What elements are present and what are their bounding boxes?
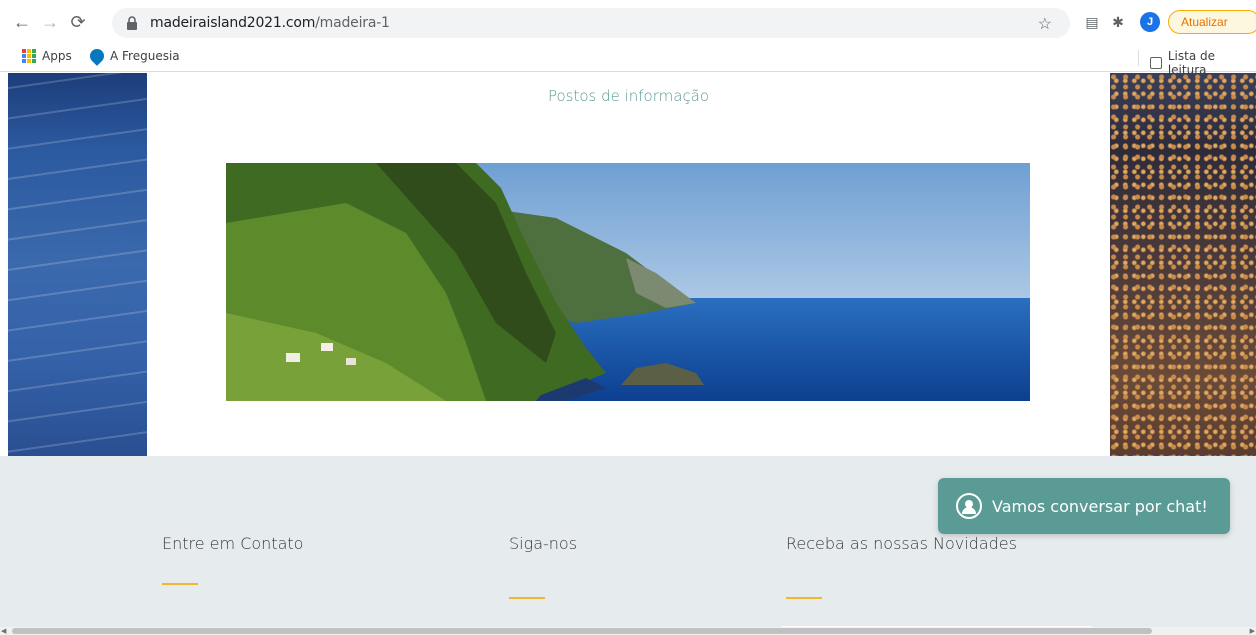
footer-newsletter-section: Receba as nossas Novidades — [786, 534, 1017, 599]
bookmark-apps[interactable]: Apps — [22, 49, 72, 63]
drupal-icon — [87, 46, 107, 66]
footer-contact-title: Entre em Contato — [162, 534, 304, 553]
scroll-right-arrow-icon[interactable]: ▶ — [1250, 627, 1255, 635]
lock-icon — [127, 16, 137, 30]
footer-accent-line — [509, 597, 545, 599]
bookmarks-bar: Apps A Freguesia Lista de leitura — [0, 44, 1256, 77]
scrollbar-thumb[interactable] — [12, 628, 1152, 634]
footer-accent-line — [786, 597, 822, 599]
chat-widget-button[interactable]: Vamos conversar por chat! — [938, 478, 1230, 534]
horizontal-scrollbar[interactable]: ◀ ▶ — [0, 627, 1256, 635]
browser-toolbar: ← → ⟳ madeiraisland2021.com/madeira-1 ☆ … — [0, 0, 1256, 44]
main-content: Postos de informação — [147, 73, 1110, 456]
media-icon[interactable]: ▤ — [1082, 12, 1102, 32]
footer-follow-title: Siga-nos — [509, 534, 578, 553]
user-circle-icon — [956, 493, 982, 519]
footer-accent-line — [162, 583, 198, 585]
reading-list-icon — [1150, 57, 1162, 69]
back-arrow-icon[interactable]: ← — [10, 10, 34, 34]
url-text: madeiraisland2021.com/madeira-1 — [150, 15, 390, 31]
background-ocean-image — [8, 73, 147, 456]
extensions-puzzle-icon[interactable]: ✱ — [1108, 12, 1128, 32]
address-bar[interactable]: madeiraisland2021.com/madeira-1 ☆ — [112, 8, 1070, 38]
background-city-night-image — [1110, 73, 1256, 456]
profile-avatar[interactable]: J — [1140, 12, 1160, 32]
bookmark-a-freguesia[interactable]: A Freguesia — [87, 46, 180, 66]
footer-contact-section: Entre em Contato — [162, 534, 303, 585]
bookmark-star-icon[interactable]: ☆ — [1038, 14, 1052, 34]
chat-label: Vamos conversar por chat! — [992, 496, 1208, 516]
info-posts-link[interactable]: Postos de informação — [147, 87, 1110, 105]
apps-grid-icon — [22, 49, 36, 63]
update-button[interactable]: Atualizar — [1168, 10, 1256, 34]
footer-newsletter-title: Receba as nossas Novidades — [786, 534, 1017, 553]
forward-arrow-icon[interactable]: → — [38, 10, 62, 34]
reload-icon[interactable]: ⟳ — [66, 10, 90, 34]
madeira-coast-banner — [226, 163, 1030, 401]
bookmark-label: A Freguesia — [110, 49, 180, 63]
bookmarks-divider — [1138, 50, 1139, 66]
bookmark-label: Apps — [42, 49, 72, 63]
footer-follow-section: Siga-nos — [509, 534, 577, 599]
web-page: Postos de informação Entre em Contato Si… — [0, 73, 1256, 635]
scroll-left-arrow-icon[interactable]: ◀ — [1, 627, 6, 635]
